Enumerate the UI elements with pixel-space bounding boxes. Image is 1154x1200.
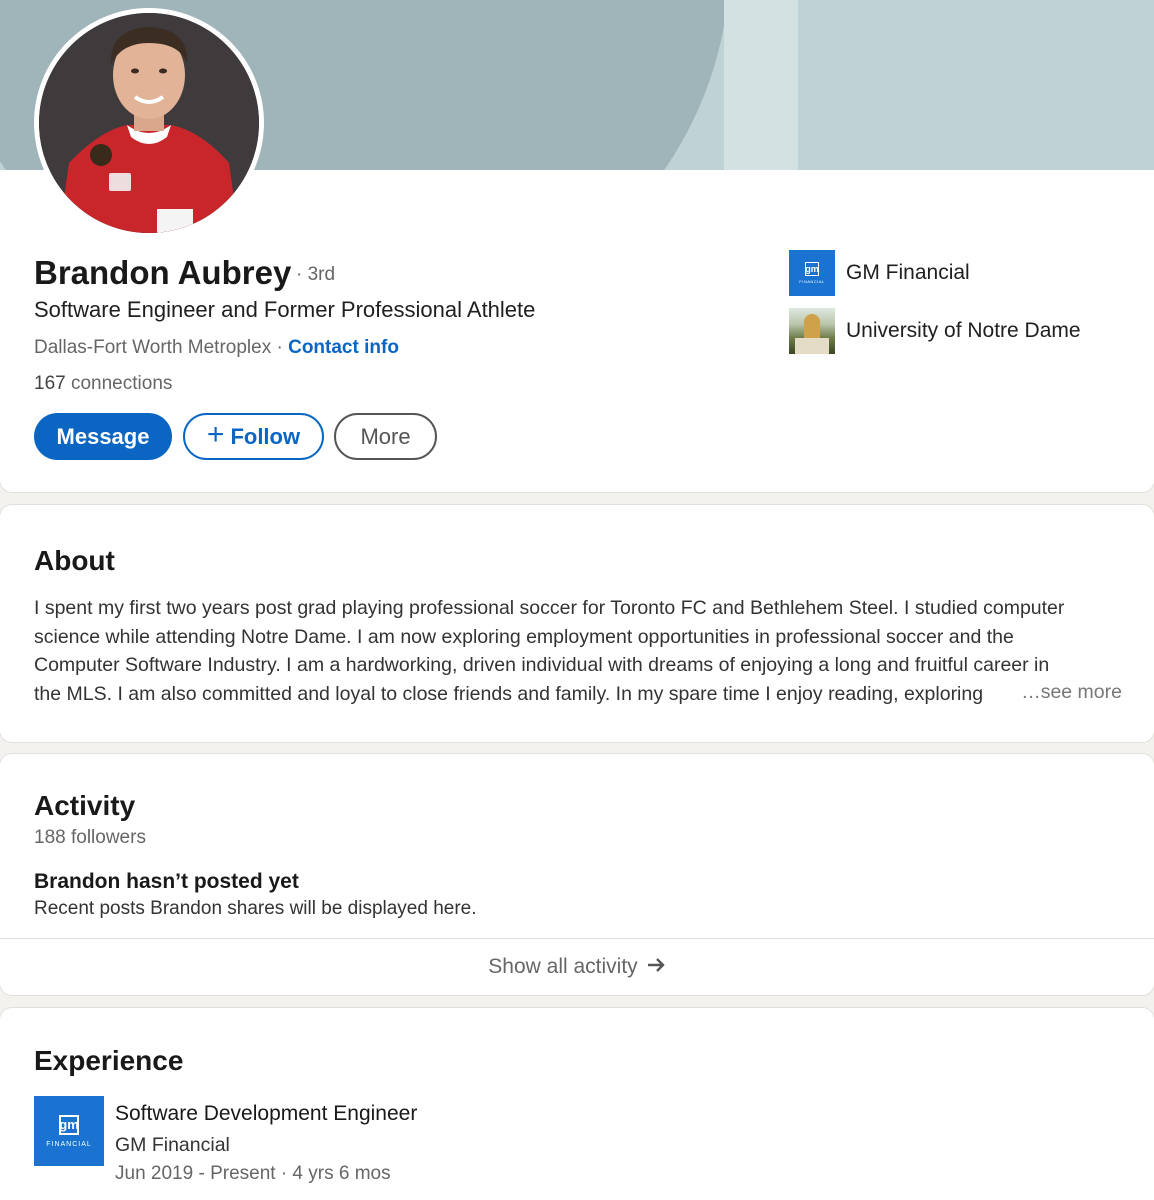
connection-degree: · 3rd [296, 264, 336, 285]
activity-title: Activity [34, 790, 136, 821]
profile-avatar[interactable] [34, 8, 264, 238]
banner-stripe [724, 0, 798, 170]
experience-title: Experience [34, 1045, 184, 1076]
profile-top-card: Brandon Aubrey · 3rd Software Engineer a… [0, 0, 1154, 492]
profile-location: Dallas-Fort Worth Metroplex · [34, 337, 289, 358]
follow-label: Follow [230, 423, 301, 449]
connections-count[interactable]: 167 connections [34, 373, 172, 395]
about-text: I spent my first two years post grad pla… [34, 594, 1124, 709]
plus-icon: + [206, 418, 225, 451]
activity-section: Activity 188 followers Brandon hasn’t po… [0, 754, 1154, 995]
experience-dates: Jun 2019 - Present · 4 yrs 6 mos [115, 1163, 391, 1184]
experience-job-title: Software Development Engineer [115, 1102, 418, 1125]
more-button[interactable]: More [334, 413, 437, 460]
gm-financial-logo: gm FINANCIAL [789, 250, 835, 296]
connections-label: connections [65, 373, 173, 394]
gm-financial-logo[interactable]: gm FINANCIAL [34, 1096, 104, 1166]
avatar-photo [39, 13, 259, 233]
about-line: I spent my first two years post grad pla… [34, 597, 1065, 619]
followers-count: 188 followers [34, 827, 146, 848]
follow-button[interactable]: + Follow [183, 413, 324, 460]
current-company-link[interactable]: gm FINANCIAL GM Financial [789, 250, 970, 296]
empty-activity-title: Brandon hasn’t posted yet [34, 870, 299, 893]
profile-headline: Software Engineer and Former Professiona… [34, 297, 536, 322]
about-line: the MLS. I am also committed and loyal t… [34, 683, 984, 706]
connections-number: 167 [34, 373, 66, 394]
profile-name: Brandon Aubrey [34, 254, 292, 291]
about-line: science while attending Notre Dame. I am… [34, 625, 1014, 648]
gm-caption: FINANCIAL [799, 279, 825, 284]
message-button[interactable]: Message [34, 413, 172, 460]
gm-caption: FINANCIAL [46, 1140, 92, 1148]
building-shape [795, 338, 829, 354]
contact-info-link[interactable]: Contact info [288, 337, 399, 358]
company-name: GM Financial [846, 261, 970, 284]
arrow-right-icon [646, 954, 666, 980]
show-all-activity-button[interactable]: Show all activity [0, 939, 1154, 995]
show-all-label: Show all activity [488, 955, 638, 978]
about-line: Computer Software Industry. I am a hardw… [34, 654, 1050, 677]
about-title: About [34, 545, 115, 576]
location-line: Dallas-Fort Worth Metroplex · Contact in… [34, 337, 399, 359]
empty-activity-subtitle: Recent posts Brandon shares will be disp… [34, 898, 477, 919]
about-section: About I spent my first two years post gr… [0, 505, 1154, 742]
education-link[interactable]: University of Notre Dame [789, 308, 1081, 354]
see-more-link[interactable]: …see more [1009, 681, 1122, 704]
gm-mark: gm [59, 1114, 79, 1135]
notre-dame-logo [789, 308, 835, 354]
gm-mark: gm [805, 262, 819, 276]
experience-company: GM Financial [115, 1134, 230, 1156]
experience-section: Experience gm FINANCIAL Software Develop… [0, 1008, 1154, 1200]
school-name: University of Notre Dame [846, 319, 1081, 342]
